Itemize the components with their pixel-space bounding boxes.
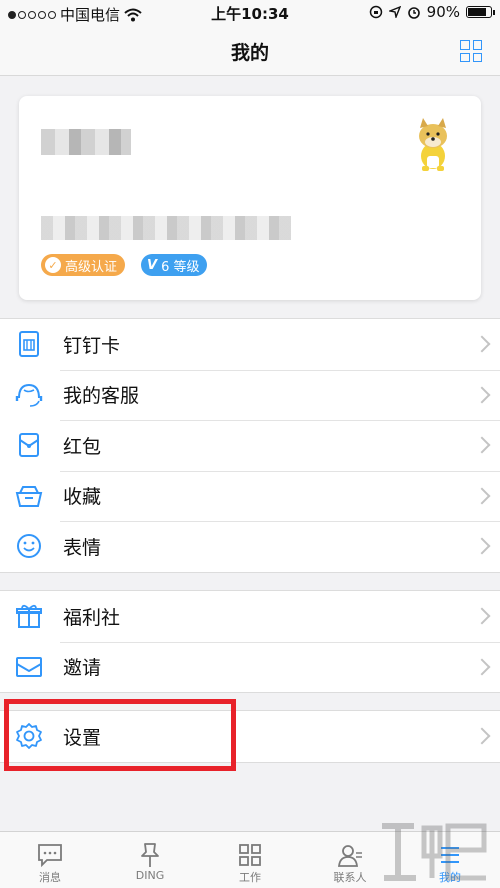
- chat-bubble-icon: [35, 841, 65, 869]
- menu-group-1: 钉钉卡 我的客服 红包 收藏 表情: [0, 318, 500, 573]
- contacts-icon: [335, 841, 365, 869]
- smiley-icon: [14, 531, 44, 561]
- status-bar: 中国电信 上午10:34 90%: [0, 0, 500, 26]
- favorites-box-icon: [14, 481, 44, 511]
- level-badge[interactable]: V 6 等级: [141, 254, 208, 276]
- tab-label-work: 工作: [239, 871, 261, 884]
- menu-item-red-packet[interactable]: 红包: [0, 420, 500, 471]
- envelope-icon: [14, 652, 44, 682]
- tab-messages[interactable]: 消息: [0, 832, 100, 888]
- check-shield-icon: ✓: [45, 257, 61, 273]
- menu-item-customer-service[interactable]: 我的客服: [0, 369, 500, 421]
- tab-label-contacts: 联系人: [333, 871, 367, 884]
- nav-bar: 我的: [0, 26, 500, 76]
- chevron-right-icon: [473, 537, 491, 555]
- menu-item-favorites[interactable]: 收藏: [0, 470, 500, 522]
- tab-contacts[interactable]: 联系人: [300, 832, 400, 888]
- tab-bar: 消息 DING 工作 联系人 我的: [0, 831, 500, 888]
- chevron-right-icon: [473, 658, 491, 676]
- pin-icon: [135, 841, 165, 869]
- tab-ding[interactable]: DING: [100, 832, 200, 888]
- menu-label-favorites: 收藏: [63, 486, 102, 509]
- menu-group-3: 设置: [0, 710, 500, 763]
- page-title: 我的: [230, 42, 269, 64]
- menu-label-benefits: 福利社: [63, 606, 121, 629]
- tab-label-ding: DING: [135, 869, 165, 882]
- menu-label-red-packet: 红包: [63, 435, 102, 458]
- chevron-right-icon: [473, 386, 491, 404]
- chevron-right-icon: [473, 607, 491, 625]
- menu-item-benefits[interactable]: 福利社: [0, 591, 500, 642]
- tab-work[interactable]: 工作: [200, 832, 300, 888]
- menu-label-stickers: 表情: [63, 536, 102, 559]
- menu-label-invite: 邀请: [63, 657, 102, 680]
- chevron-right-icon: [473, 335, 491, 353]
- chevron-right-icon: [473, 436, 491, 454]
- grid-icon: [235, 841, 265, 869]
- menu-group-2: 福利社 邀请: [0, 590, 500, 693]
- menu-item-settings[interactable]: 设置: [0, 711, 500, 762]
- location-icon: [388, 6, 401, 18]
- menu-lines-icon: [435, 841, 465, 869]
- chevron-right-icon: [473, 727, 491, 745]
- red-packet-icon: [14, 430, 44, 460]
- tab-label-me: 我的: [439, 871, 461, 884]
- gear-icon: [14, 721, 44, 751]
- tab-me[interactable]: 我的: [400, 832, 500, 888]
- orientation-lock-icon: [369, 5, 382, 19]
- menu-item-stickers[interactable]: 表情: [0, 521, 500, 572]
- battery-percent: 90%: [426, 3, 460, 21]
- alarm-icon: [407, 7, 420, 19]
- profile-card[interactable]: ✓ 高级认证 V 6 等级: [19, 96, 481, 300]
- avatar[interactable]: [411, 116, 455, 172]
- certified-badge[interactable]: ✓ 高级认证: [41, 254, 126, 276]
- certified-badge-label: 高级认证: [65, 259, 118, 275]
- headset-icon: [14, 380, 44, 410]
- battery-icon: [466, 6, 495, 18]
- grid-menu-icon[interactable]: [460, 40, 482, 62]
- level-badge-label: 6 等级: [161, 259, 200, 275]
- sim-card-icon: [14, 329, 44, 359]
- gift-icon: [14, 601, 44, 631]
- level-v-icon: V: [147, 257, 158, 273]
- menu-label-dingding-card: 钉钉卡: [63, 334, 121, 357]
- menu-item-invite[interactable]: 邀请: [0, 641, 500, 693]
- menu-item-dingding-card[interactable]: 钉钉卡: [0, 319, 500, 370]
- tab-label-messages: 消息: [39, 871, 61, 884]
- menu-label-settings: 设置: [63, 726, 102, 749]
- chevron-right-icon: [473, 487, 491, 505]
- blurred-username: [41, 129, 131, 155]
- status-right: 90%: [369, 3, 495, 21]
- menu-label-customer-service: 我的客服: [63, 385, 140, 408]
- blurred-company: [41, 216, 291, 240]
